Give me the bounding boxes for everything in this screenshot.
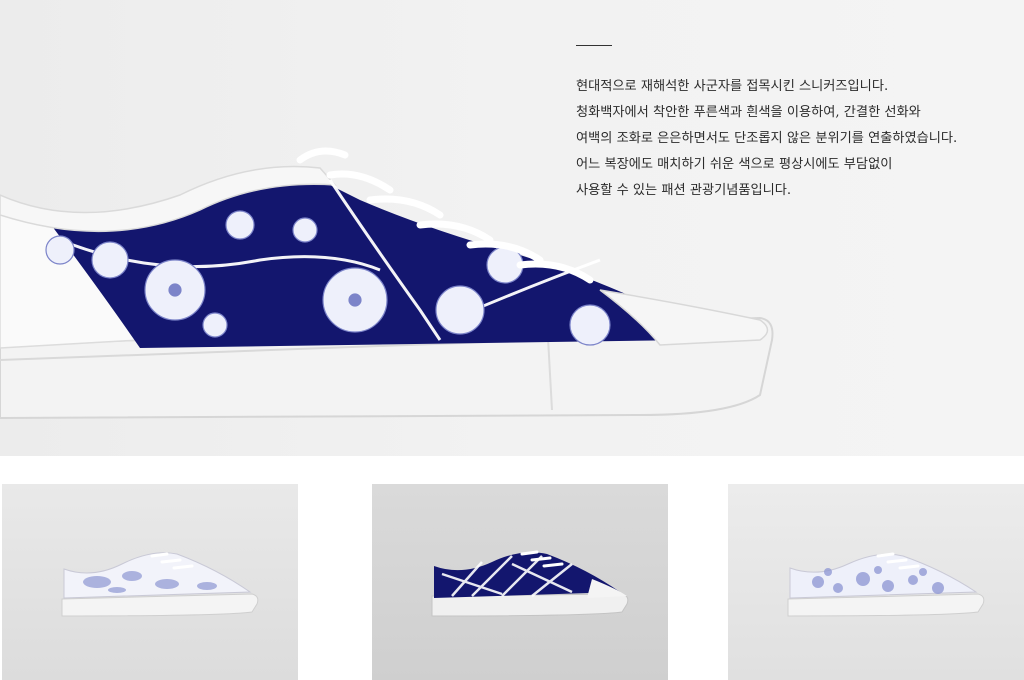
thumbnail-floral-white-1[interactable] [2,484,298,680]
product-description: 현대적으로 재해석한 사군자를 접목시킨 스니커즈입니다. 청화백자에서 착안한… [576,74,1016,204]
description-line: 청화백자에서 착안한 푸른색과 흰색을 이용하여, 간결한 선화와 [576,105,921,120]
sneaker-thumbnail-image [787,552,985,617]
hero-banner [0,0,1024,456]
sneaker-thumbnail-image [431,550,629,617]
divider-line [576,45,612,46]
description-line: 어느 복장에도 매치하기 쉬운 색으로 평상시에도 부담없이 [576,157,893,172]
description-line: 여백의 조화로 은은하면서도 단조롭지 않은 분위기를 연출하였습니다. [576,131,958,146]
description-line: 사용할 수 있는 패션 관광기념품입니다. [576,183,792,198]
description-line: 현대적으로 재해석한 사군자를 접목시킨 스니커즈입니다. [576,79,889,94]
sneaker-thumbnail-image [61,552,259,617]
thumbnail-bamboo-cobalt[interactable] [372,484,668,680]
thumbnail-floral-white-2[interactable] [728,484,1024,680]
